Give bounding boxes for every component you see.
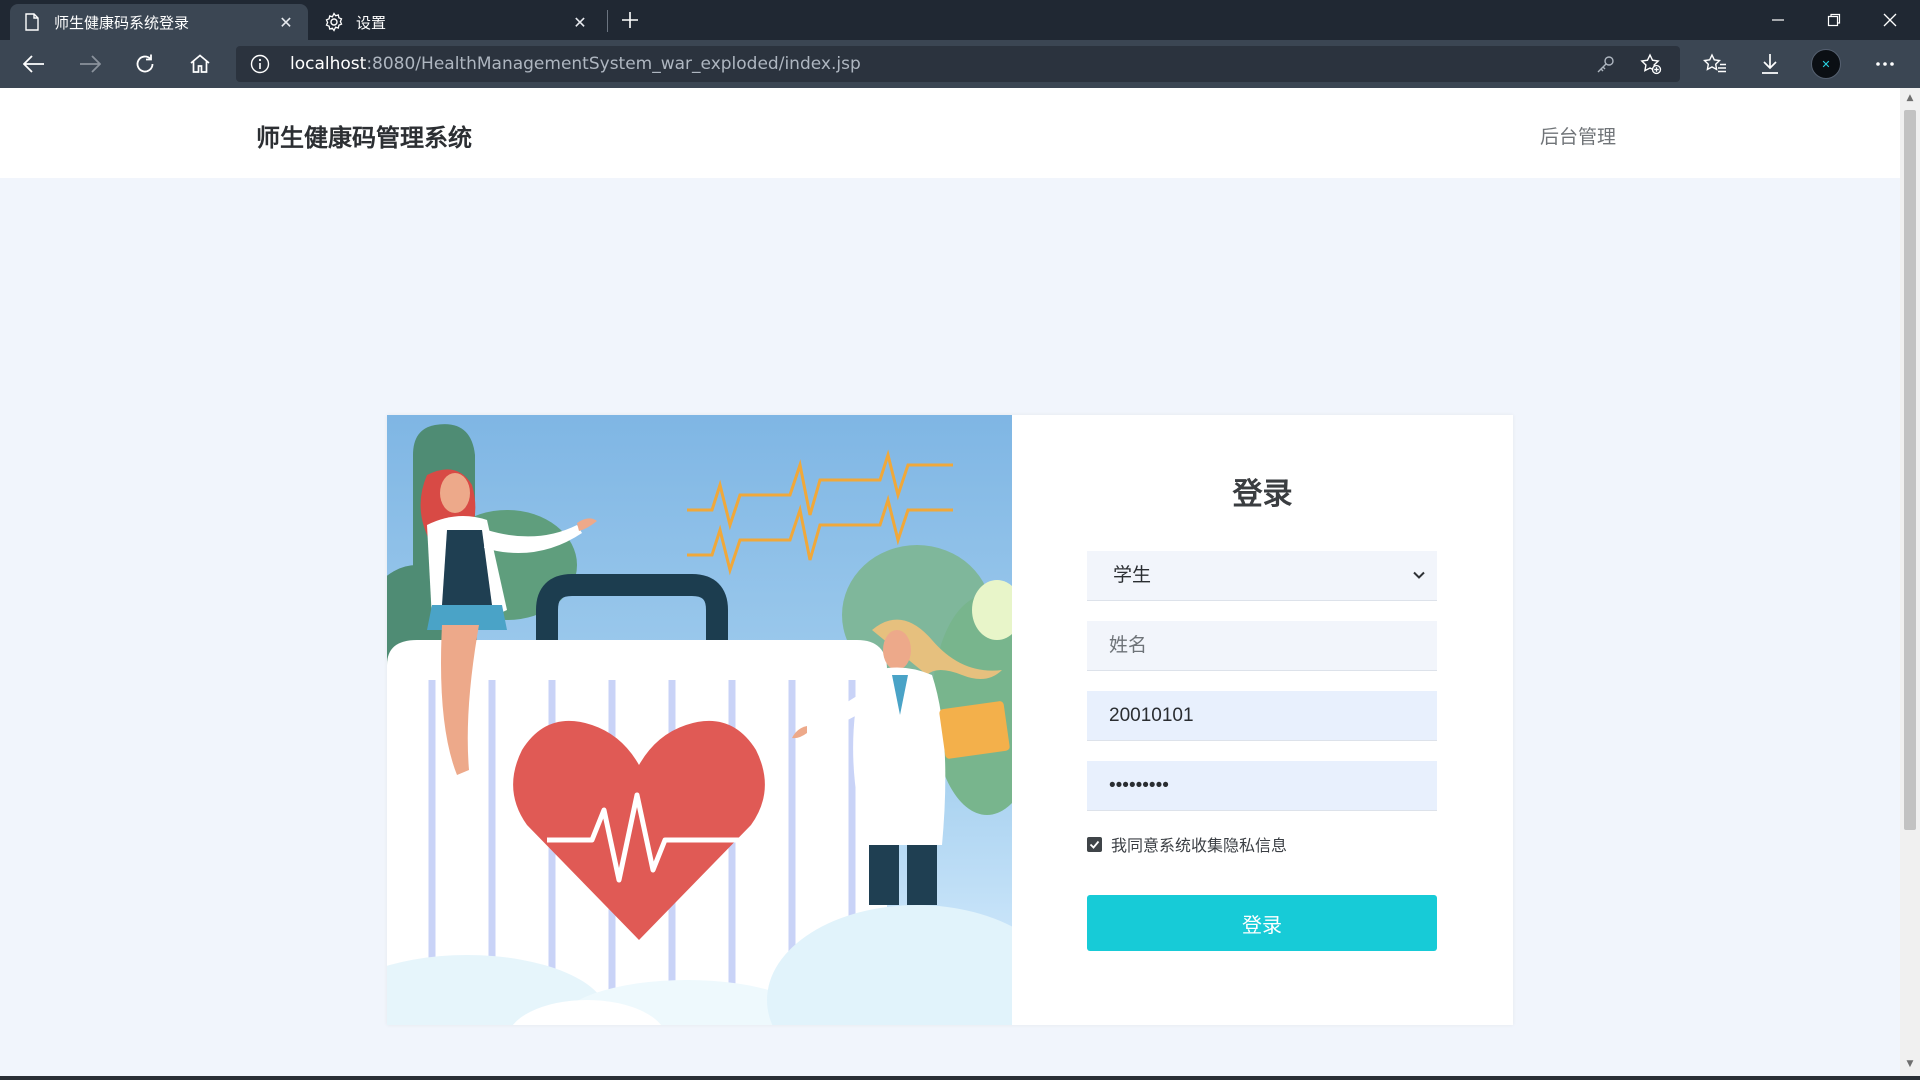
minimize-icon[interactable] — [1750, 0, 1806, 40]
role-select-wrapper: 学生 — [1087, 551, 1437, 601]
page-content: 师生健康码管理系统 后台管理 登录 学生 姓名 20010101 我同意系统收集… — [0, 88, 1900, 1076]
tab-login[interactable]: 师生健康码系统登录 ✕ — [10, 4, 308, 40]
new-tab-icon[interactable] — [616, 6, 644, 34]
password-input[interactable] — [1087, 761, 1437, 811]
form-title: 登录 — [1232, 477, 1293, 512]
name-input[interactable] — [1087, 621, 1437, 671]
home-icon[interactable] — [180, 46, 220, 82]
scroll-down-icon[interactable]: ▼ — [1904, 1058, 1916, 1070]
forward-arrow-icon[interactable] — [70, 46, 110, 82]
id-input[interactable] — [1087, 691, 1437, 741]
agree-checkbox[interactable] — [1087, 836, 1102, 852]
scrollbar-thumb[interactable] — [1904, 110, 1916, 830]
vertical-scrollbar[interactable]: ▲ ▼ — [1900, 88, 1920, 1076]
role-select[interactable]: 学生 — [1087, 551, 1437, 601]
tab-title: 设置 — [356, 13, 387, 32]
agree-label: 我同意系统收集隐私信息 — [1111, 836, 1288, 855]
close-window-icon[interactable] — [1862, 0, 1918, 40]
avatar: ✕ — [1811, 49, 1841, 79]
close-tab-icon[interactable]: ✕ — [276, 12, 296, 32]
scroll-up-icon[interactable]: ▲ — [1904, 92, 1916, 104]
login-form: 登录 学生 我同意系统收集隐私信息 登录 — [1012, 415, 1513, 1025]
tab-title: 师生健康码系统登录 — [54, 13, 190, 32]
url-text: localhost:8080/HealthManagementSystem_wa… — [290, 54, 861, 74]
info-icon[interactable] — [250, 54, 270, 74]
page-icon — [22, 12, 42, 32]
site-header: 师生健康码管理系统 后台管理 — [0, 88, 1900, 178]
site-title: 师生健康码管理系统 — [256, 124, 472, 152]
window-bottom-edge — [0, 1076, 1920, 1080]
back-arrow-icon[interactable] — [14, 46, 54, 82]
profile-avatar[interactable]: ✕ — [1806, 46, 1846, 82]
add-favorite-icon[interactable] — [1639, 52, 1663, 76]
download-icon[interactable] — [1750, 46, 1790, 82]
tab-divider — [607, 10, 608, 32]
favorites-icon[interactable] — [1695, 46, 1735, 82]
close-tab-icon[interactable]: ✕ — [570, 12, 590, 32]
login-card: 登录 学生 我同意系统收集隐私信息 登录 — [387, 415, 1513, 1025]
gear-icon — [324, 12, 344, 32]
agree-row: 我同意系统收集隐私信息 — [1087, 832, 1287, 856]
tab-settings[interactable]: 设置 ✕ — [312, 4, 602, 40]
tab-strip: 师生健康码系统登录 ✕ 设置 ✕ — [0, 0, 1920, 40]
refresh-icon[interactable] — [125, 46, 165, 82]
restore-icon[interactable] — [1806, 0, 1862, 40]
admin-link[interactable]: 后台管理 — [1540, 122, 1616, 149]
key-icon[interactable] — [1594, 52, 1618, 76]
more-menu-icon[interactable] — [1865, 46, 1905, 82]
medical-illustration — [387, 415, 1012, 1025]
address-bar[interactable]: localhost:8080/HealthManagementSystem_wa… — [236, 46, 1680, 82]
browser-toolbar: localhost:8080/HealthManagementSystem_wa… — [0, 40, 1920, 88]
login-button[interactable]: 登录 — [1087, 895, 1437, 951]
